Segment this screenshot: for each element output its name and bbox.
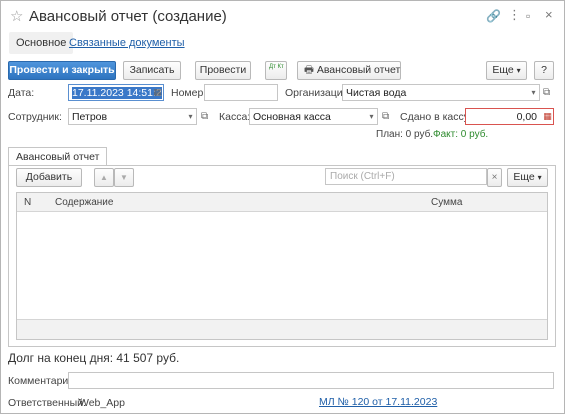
window-title: Авансовый отчет (создание) xyxy=(29,8,227,25)
responsible-label: Ответственный: xyxy=(8,397,86,409)
calculator-icon[interactable]: ▦ xyxy=(542,109,553,124)
advance-report-panel: Добавить ▲ ▼ Поиск (Ctrl+F) × Еще ▾ N Со… xyxy=(8,165,556,347)
search-input[interactable]: Поиск (Ctrl+F) xyxy=(325,168,487,185)
save-button[interactable]: Записать xyxy=(123,61,181,80)
cash-value: Основная касса xyxy=(253,111,331,123)
number-label: Номер: xyxy=(171,87,207,99)
tab-advance-report[interactable]: Авансовый отчет xyxy=(8,147,108,166)
comment-label: Комментарий: xyxy=(8,375,78,387)
debt-summary: Долг на конец дня: 41 507 руб. xyxy=(8,351,180,365)
table-more-label: Еще xyxy=(513,171,535,183)
clear-search-icon[interactable]: × xyxy=(487,168,502,187)
open-icon[interactable]: ⧉ xyxy=(201,111,208,122)
title-bar: ☆ Авансовый отчет (создание) 🔗 ⋮ ▫ × xyxy=(1,1,564,31)
post-and-close-button[interactable]: Провести и закрыть xyxy=(8,61,116,80)
ml-document-link[interactable]: МЛ № 120 от 17.11.2023 xyxy=(319,396,437,408)
dropdown-arrow-icon[interactable]: ▾ xyxy=(366,109,377,124)
link-icon[interactable]: 🔗 xyxy=(486,9,501,23)
employee-value: Петров xyxy=(72,111,108,123)
employee-field[interactable]: Петров ▾ xyxy=(68,108,197,125)
returned-amount-value: 0,00 xyxy=(516,111,537,123)
add-row-button[interactable]: Добавить xyxy=(16,168,82,187)
more-button[interactable]: Еще ▾ xyxy=(486,61,527,80)
returned-amount-field[interactable]: 0,00 ▦ xyxy=(465,108,554,125)
table-more-button[interactable]: Еще ▾ xyxy=(507,168,548,187)
fact-text: Факт: 0 руб. xyxy=(433,129,489,140)
organization-field[interactable]: Чистая вода ▾ xyxy=(342,84,540,101)
report-print-label: Авансовый отчет xyxy=(316,64,401,76)
cash-field[interactable]: Основная касса ▾ xyxy=(249,108,378,125)
employee-label: Сотрудник: xyxy=(8,111,62,123)
close-icon[interactable]: × xyxy=(545,7,553,22)
printer-icon: 🖶 xyxy=(304,64,314,76)
open-icon[interactable]: ⧉ xyxy=(382,111,389,122)
expenses-table[interactable]: N Содержание Сумма xyxy=(16,192,548,340)
organization-value: Чистая вода xyxy=(346,87,407,99)
more-vertical-icon[interactable]: ⋮ xyxy=(508,7,521,23)
help-button[interactable]: ? xyxy=(534,61,554,80)
tab-related-documents[interactable]: Связанные документы xyxy=(69,37,185,49)
document-window: ☆ Авансовый отчет (создание) 🔗 ⋮ ▫ × Осн… xyxy=(0,0,565,414)
dropdown-arrow-icon[interactable]: ▾ xyxy=(528,85,539,100)
dtkt-icon: Дт Кт xyxy=(269,64,284,70)
tab-main[interactable]: Основное xyxy=(9,32,74,54)
open-icon[interactable]: ⧉ xyxy=(543,87,550,98)
date-value: 17.11.2023 14:51:2 xyxy=(72,87,162,99)
calendar-icon[interactable]: ▦ xyxy=(152,85,163,100)
responsible-value: Web_App xyxy=(79,397,125,409)
favorite-star-icon[interactable]: ☆ xyxy=(10,7,23,25)
dropdown-arrow-icon[interactable]: ▾ xyxy=(185,109,196,124)
returned-label: Сдано в кассу: xyxy=(400,111,472,123)
column-header-content[interactable]: Содержание xyxy=(55,197,113,208)
minimize-icon[interactable]: ▫ xyxy=(526,9,530,23)
move-up-icon[interactable]: ▲ xyxy=(94,168,114,187)
chevron-down-icon: ▾ xyxy=(516,66,521,75)
table-footer xyxy=(17,319,547,339)
table-header: N Содержание Сумма xyxy=(17,193,547,212)
more-label: Еще xyxy=(492,64,514,76)
column-header-amount[interactable]: Сумма xyxy=(431,197,462,208)
column-header-number[interactable]: N xyxy=(24,197,31,208)
date-label: Дата: xyxy=(8,87,35,99)
date-field[interactable]: 17.11.2023 14:51:2 ▦ xyxy=(68,84,164,101)
move-down-icon[interactable]: ▼ xyxy=(114,168,134,187)
dtkt-button[interactable]: Дт Кт xyxy=(265,61,287,80)
cash-label: Касса: xyxy=(219,111,251,123)
chevron-down-icon: ▾ xyxy=(537,173,542,182)
report-print-button[interactable]: 🖶 Авансовый отчет xyxy=(297,61,401,80)
post-button[interactable]: Провести xyxy=(195,61,251,80)
comment-input[interactable] xyxy=(68,372,554,389)
number-field[interactable] xyxy=(204,84,278,101)
plan-text: План: 0 руб. xyxy=(376,129,434,140)
